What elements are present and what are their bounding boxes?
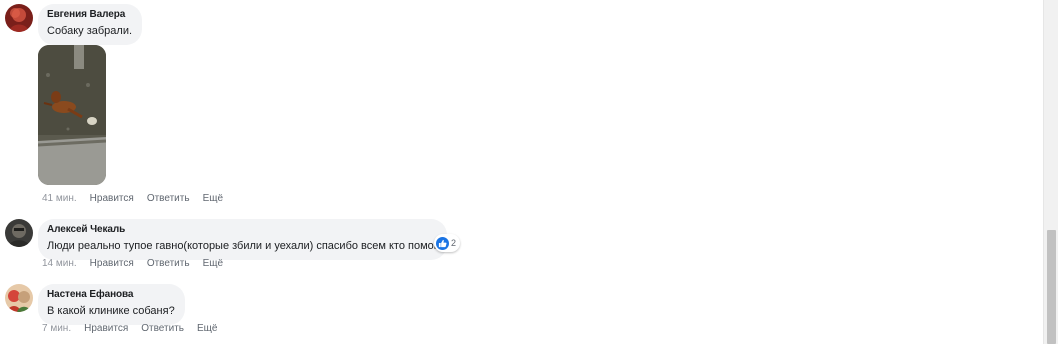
comment-author[interactable]: Евгения Валера [47, 8, 132, 22]
like-icon [436, 236, 449, 250]
comments-section: Евгения Валера Собаку забрали. 41 мин. Н… [0, 0, 1043, 344]
scrollbar[interactable] [1043, 0, 1058, 344]
comment-actions: 14 мин. Нравится Ответить Ещё [42, 258, 236, 269]
comment-text: Собаку забрали. [47, 25, 133, 37]
like-button[interactable]: Нравится [90, 193, 134, 204]
reaction-count: 2 [451, 238, 457, 248]
comment-bubble: Настена Ефанова В какой клинике собаня? [38, 284, 185, 325]
scrollbar-thumb[interactable] [1047, 230, 1056, 344]
comment-author[interactable]: Алексей Чекаль [47, 223, 437, 237]
comment-text: Люди реально тупое гавно(которые збили и… [47, 240, 438, 252]
more-button[interactable]: Ещё [203, 193, 223, 204]
comment-timestamp[interactable]: 14 мин. [42, 258, 77, 269]
comment-author[interactable]: Настена Ефанова [47, 288, 175, 302]
more-button[interactable]: Ещё [203, 258, 223, 269]
avatar[interactable] [5, 219, 33, 247]
avatar[interactable] [5, 4, 33, 32]
avatar[interactable] [5, 284, 33, 312]
like-button[interactable]: Нравится [90, 258, 134, 269]
comment-actions: 41 мин. Нравится Ответить Ещё [42, 193, 236, 204]
comment-timestamp[interactable]: 41 мин. [42, 193, 77, 204]
comment-bubble: Алексей Чекаль Люди реально тупое гавно(… [38, 219, 447, 260]
comment-timestamp[interactable]: 7 мин. [42, 323, 71, 334]
comment-photo[interactable] [38, 45, 106, 185]
reply-button[interactable]: Ответить [147, 193, 190, 204]
comment-text: В какой клинике собаня? [47, 305, 175, 317]
more-button[interactable]: Ещё [197, 323, 217, 334]
comment-bubble: Евгения Валера Собаку забрали. [38, 4, 143, 45]
like-button[interactable]: Нравится [84, 323, 128, 334]
reply-button[interactable]: Ответить [141, 323, 184, 334]
reaction-summary[interactable]: 2 [434, 234, 461, 252]
comment-actions: 7 мин. Нравится Ответить Ещё [42, 323, 230, 334]
reply-button[interactable]: Ответить [147, 258, 190, 269]
